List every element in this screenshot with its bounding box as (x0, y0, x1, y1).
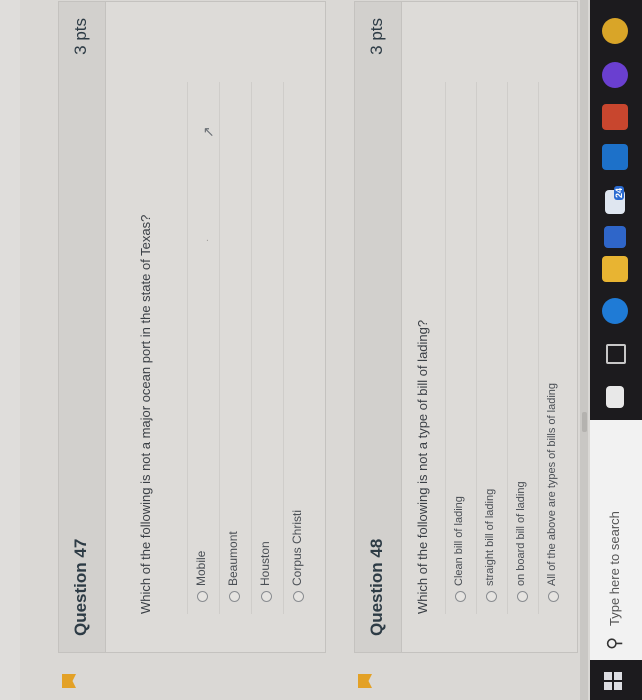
answer-option[interactable]: All of the above are types of bills of l… (538, 82, 569, 614)
scrollbar-thumb[interactable] (582, 412, 587, 432)
app-l-icon[interactable] (602, 144, 628, 170)
rotated-page: Question 47 3 pts Which of the following… (0, 0, 642, 700)
answer-option[interactable]: Beaumont (219, 82, 250, 614)
answer-label: Houston (258, 541, 272, 586)
taskbar: ⚲ Type here to search 24 (590, 0, 642, 700)
app-swirl-icon[interactable] (602, 62, 628, 88)
flag-question-48-icon[interactable] (358, 674, 372, 688)
answer-label: straight bill of lading (484, 488, 496, 586)
answer-label: All of the above are types of bills of l… (546, 382, 558, 586)
question-47-card: Question 47 3 pts Which of the following… (58, 1, 326, 653)
answer-option[interactable]: Houston (251, 82, 282, 614)
store-icon[interactable] (604, 226, 626, 248)
mail-badge: 24 (614, 185, 624, 200)
answer-label: Corpus Christi (290, 509, 304, 586)
answer-label: Beaumont (226, 531, 240, 586)
search-icon: ⚲ (604, 636, 624, 650)
answer-label: Clean bill of lading (453, 496, 465, 586)
answer-option[interactable]: on board bill of lading (507, 82, 538, 614)
question-48-card: Question 48 3 pts Which of the following… (354, 1, 578, 653)
question-47-points: 3 pts (71, 18, 90, 55)
flag-question-47-icon[interactable] (62, 674, 76, 688)
cortana-icon[interactable] (606, 386, 624, 408)
stray-mark-icon: · (202, 238, 213, 242)
question-48-header: Question 48 3 pts (355, 2, 402, 652)
taskbar-search-box[interactable]: ⚲ Type here to search (590, 420, 642, 660)
answer-label: Mobile (194, 550, 208, 586)
horizontal-scrollbar[interactable] (580, 0, 588, 700)
radio-button[interactable] (548, 591, 559, 602)
edge-browser-icon[interactable] (602, 298, 628, 324)
windows-start-icon[interactable] (604, 672, 622, 690)
radio-button[interactable] (517, 591, 528, 602)
question-48-title: Question 48 (367, 538, 386, 636)
answer-option[interactable]: Corpus Christi (283, 82, 314, 614)
radio-button[interactable] (293, 591, 304, 602)
radio-button[interactable] (261, 591, 272, 602)
screen: Question 47 3 pts Which of the following… (0, 0, 642, 700)
answer-option[interactable]: Mobile (187, 82, 218, 614)
answer-option[interactable]: straight bill of lading (476, 82, 507, 614)
question-47-header: Question 47 3 pts (59, 2, 106, 652)
app-chrome-icon[interactable] (602, 18, 628, 44)
question-48-points: 3 pts (367, 18, 386, 55)
question-47-text: Which of the following is not a major oc… (138, 214, 153, 614)
question-48-text: Which of the following is not a type of … (415, 319, 430, 614)
radio-button[interactable] (455, 591, 466, 602)
search-placeholder: Type here to search (607, 511, 622, 626)
question-47-title: Question 47 (71, 538, 90, 636)
quiz-page: Question 47 3 pts Which of the following… (0, 0, 590, 700)
file-explorer-icon[interactable] (602, 256, 628, 282)
radio-button[interactable] (229, 591, 240, 602)
top-strip (0, 0, 20, 700)
answer-label: on board bill of lading (515, 481, 527, 586)
radio-button[interactable] (197, 591, 208, 602)
task-view-icon[interactable] (606, 344, 626, 364)
radio-button[interactable] (486, 591, 497, 602)
app-d-icon[interactable] (602, 104, 628, 130)
mouse-cursor-icon: ↗ (200, 126, 216, 138)
answer-option[interactable]: Clean bill of lading (445, 82, 476, 614)
